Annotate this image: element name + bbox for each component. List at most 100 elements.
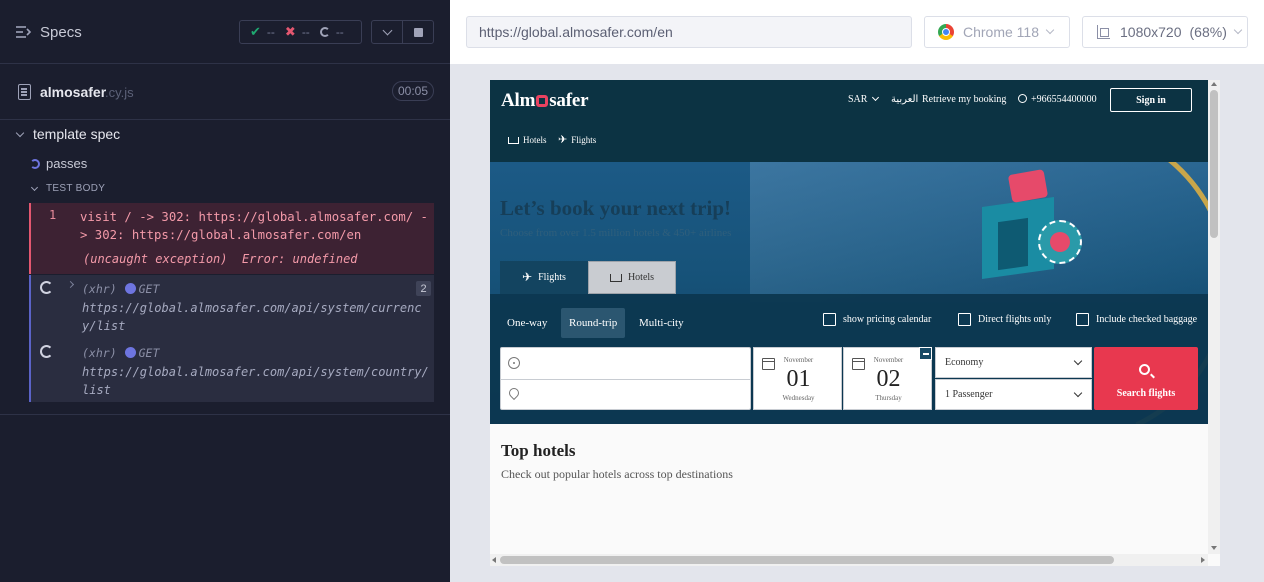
failed-stat: ✖ --	[275, 24, 310, 40]
url-bar[interactable]: https://global.almosafer.com/en	[466, 16, 912, 48]
xhr-method: GET	[124, 346, 159, 360]
test-label: passes	[46, 156, 88, 171]
nav-flights[interactable]: ✈ Flights	[558, 134, 596, 145]
cabin-class-select[interactable]: Economy	[935, 347, 1092, 378]
suite-title[interactable]: template spec	[15, 126, 121, 142]
scroll-left-arrow-icon[interactable]	[492, 557, 496, 563]
command-xhr[interactable]: (xhr) GET https://global.almosafer.com/a…	[29, 275, 434, 339]
chevron-down-icon	[1045, 25, 1055, 35]
x-icon: ✖	[284, 24, 296, 39]
passed-count: --	[266, 25, 275, 39]
spec-file-name[interactable]: almosafer	[40, 84, 106, 100]
destination-input[interactable]	[501, 380, 750, 410]
error-message: (uncaught exception) Error: undefined	[83, 252, 358, 266]
scroll-thumb[interactable]	[1210, 90, 1218, 238]
passed-stat: ✔ --	[240, 24, 275, 40]
scroll-up-arrow-icon[interactable]	[1211, 82, 1217, 86]
horizontal-scrollbar[interactable]	[490, 554, 1208, 566]
command-xhr[interactable]: (xhr) GET https://global.almosafer.com/a…	[29, 339, 434, 402]
aut-iframe[interactable]: Alm safer SAR العربية Retrieve my booking…	[490, 80, 1220, 566]
departure-weekday: Wednesday	[782, 394, 815, 402]
checkbox[interactable]	[1076, 313, 1089, 326]
toggle-auto-scroll-button[interactable]	[372, 21, 402, 43]
scroll-down-arrow-icon[interactable]	[1211, 546, 1217, 550]
file-icon	[18, 84, 31, 100]
browser-name: Chrome 118	[963, 24, 1040, 40]
hero-title: Let’s book your next trip!	[500, 196, 731, 220]
origin-input[interactable]	[501, 348, 750, 379]
checked-baggage-checkbox[interactable]: Include checked baggage	[1076, 313, 1197, 326]
departure-date[interactable]: November 01 Wednesday	[753, 347, 842, 410]
command-visit-failed[interactable]: 1 visit / -> 302: https://global.almosaf…	[29, 203, 434, 274]
command-message: visit / -> 302: https://global.almosafer…	[80, 210, 428, 242]
runner-controls	[371, 20, 434, 44]
sign-in-button[interactable]: Sign in	[1110, 88, 1192, 112]
origin-destination-fields	[500, 347, 751, 410]
bed-icon	[609, 273, 622, 282]
stop-icon	[413, 27, 423, 37]
remove-return-minus-icon[interactable]	[919, 347, 932, 360]
test-title[interactable]: passes	[30, 156, 87, 171]
spec-file-ext: .cy.js	[105, 85, 134, 100]
departure-month: November	[783, 356, 814, 364]
collapse-chevron-icon	[30, 183, 39, 191]
departure-day: 01	[786, 366, 811, 392]
xhr-url: https://global.almosafer.com/api/system/…	[82, 365, 429, 397]
phone-link[interactable]: +966554400000	[1018, 94, 1097, 105]
xhr-method: GET	[124, 282, 159, 296]
failed-count: --	[301, 25, 310, 39]
language-switch[interactable]: العربية	[891, 94, 918, 105]
plane-icon: ✈	[522, 270, 533, 284]
reporter-panel: Specs ✔ -- ✖ -- -- almosafer .cy.js 00:0…	[0, 0, 450, 582]
retrieve-booking-link[interactable]: Retrieve my booking	[922, 94, 1006, 105]
whatsapp-icon	[1018, 94, 1027, 103]
viewport-zoom: (68%)	[1189, 24, 1227, 40]
tab-hotels[interactable]: Hotels	[588, 261, 676, 294]
vertical-scrollbar[interactable]	[1208, 80, 1220, 554]
passengers-select[interactable]: 1 Passenger	[935, 379, 1092, 410]
hero-stamp-graphic	[1050, 232, 1070, 252]
checkbox[interactable]	[958, 313, 971, 326]
trip-type-oneway[interactable]: One-way	[499, 308, 555, 338]
chevron-down-icon	[1233, 25, 1243, 35]
test-body-label: TEST BODY	[46, 183, 106, 194]
direct-flights-checkbox[interactable]: Direct flights only	[958, 313, 1051, 326]
search-flights-button[interactable]: Search flights	[1094, 347, 1198, 410]
xhr-type: (xhr)	[82, 346, 117, 360]
scroll-right-arrow-icon[interactable]	[1201, 557, 1205, 563]
return-day: 02	[876, 366, 901, 392]
search-tabs: ✈ Flights Hotels	[500, 261, 676, 294]
chevron-down-icon	[382, 25, 393, 35]
bed-icon	[508, 136, 519, 144]
pending-count: --	[335, 25, 344, 39]
viewport-selector[interactable]: 1080x720 (68%)	[1082, 16, 1248, 48]
specs-list-icon[interactable]	[16, 25, 32, 39]
almosafer-logo[interactable]: Alm safer	[501, 90, 589, 112]
trip-type-multicity[interactable]: Multi-city	[631, 308, 692, 338]
specs-title[interactable]: Specs	[40, 24, 82, 41]
site-header: Alm safer SAR العربية Retrieve my booking…	[490, 80, 1208, 162]
scroll-thumb[interactable]	[500, 556, 1114, 564]
xhr-type: (xhr)	[82, 282, 117, 296]
suite-label: template spec	[33, 126, 121, 142]
stop-button[interactable]	[402, 21, 433, 43]
return-date[interactable]: November 02 Thursday	[843, 347, 932, 410]
chevron-right-icon[interactable]	[66, 280, 75, 289]
command-number: 1	[49, 208, 57, 222]
search-icon	[1139, 364, 1150, 375]
collapse-chevron-icon	[15, 128, 25, 137]
tab-flights[interactable]: ✈ Flights	[500, 261, 588, 294]
checkbox[interactable]	[823, 313, 836, 326]
browser-selector[interactable]: Chrome 118	[924, 16, 1070, 48]
test-body-toggle[interactable]: TEST BODY	[30, 183, 106, 194]
xhr-header: (xhr) GET	[82, 346, 159, 360]
pending-dot-icon	[124, 347, 136, 358]
trip-type-roundtrip[interactable]: Round-trip	[561, 308, 626, 338]
nav-hotels[interactable]: Hotels	[508, 135, 547, 145]
currency-selector[interactable]: SAR	[848, 93, 880, 105]
show-pricing-calendar-checkbox[interactable]: show pricing calendar	[823, 313, 931, 326]
hero-banner: Let’s book your next trip! Choose from o…	[490, 162, 1208, 424]
loading-spinner-icon	[40, 281, 53, 294]
chevron-down-icon	[1073, 388, 1083, 398]
divider	[0, 414, 450, 415]
